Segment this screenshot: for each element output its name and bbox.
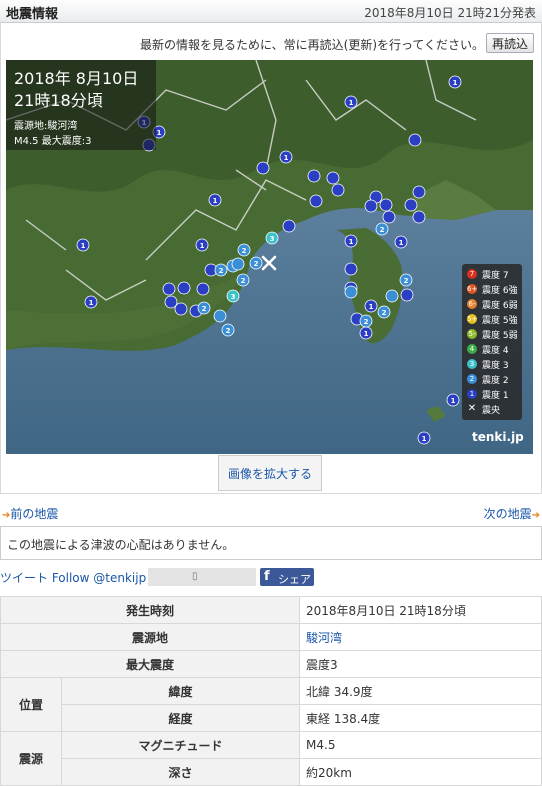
intensity-legend: 7 震度 7 6+ 震度 6強 6- 震度 6弱 5+ 震度 5強 5- 震度 5弱 4震… xyxy=(462,264,522,420)
depth-value: 約20km xyxy=(299,758,542,786)
magnitude-label: マグニチュード xyxy=(60,731,301,759)
legend-dot: 7 xyxy=(467,269,477,279)
svg-text:1: 1 xyxy=(200,242,205,250)
reload-button[interactable]: 再読込 xyxy=(486,33,534,53)
tsunami-notice: この地震による津波の心配はありません。 xyxy=(0,526,542,560)
legend-dot: 6+ xyxy=(467,284,478,294)
published-time: 2018年8月10日 21時21分発表 xyxy=(364,6,536,20)
magnitude-value: M4.5 xyxy=(299,731,542,759)
svg-text:1: 1 xyxy=(349,99,354,107)
svg-text:1: 1 xyxy=(369,303,374,311)
facebook-share-button[interactable]: f シェア xyxy=(260,568,314,586)
svg-text:1: 1 xyxy=(284,154,289,162)
svg-text:2: 2 xyxy=(241,277,246,285)
svg-text:2: 2 xyxy=(380,226,385,234)
image-icon: ▯ xyxy=(192,571,198,582)
table-row: 最大震度 震度3 xyxy=(0,650,542,678)
legend-label: 震度 5強 xyxy=(482,316,518,326)
enlarge-image-button[interactable]: 画像を拡大する xyxy=(218,455,322,491)
table-row: 位置 緯度 北緯 34.9度 xyxy=(0,677,542,732)
next-quake-label: 次の地震 xyxy=(483,507,532,521)
legend-label: 震度 5弱 xyxy=(482,331,518,341)
legend-dot: 3 xyxy=(467,359,477,369)
svg-text:1: 1 xyxy=(349,238,354,246)
table-row: 経度 東経 138.4度 xyxy=(1,704,542,732)
page-header: 地震情報 2018年8月10日 21時21分発表 xyxy=(0,0,542,23)
facebook-icon: f xyxy=(264,569,270,584)
depth-label: 深さ xyxy=(60,758,301,786)
overlay-time: 21時18分頃 xyxy=(14,91,103,110)
svg-text:3: 3 xyxy=(231,293,236,301)
legend-dot: 6- xyxy=(467,299,477,309)
overlay-magnitude: M4.5 最大震度:3 xyxy=(14,136,92,147)
svg-text:1: 1 xyxy=(81,242,86,250)
overlay-date: 2018年 8月10日 xyxy=(14,69,139,88)
svg-text:2: 2 xyxy=(364,318,369,326)
svg-text:1: 1 xyxy=(89,299,94,307)
max-intensity-value: 震度3 xyxy=(299,650,542,678)
svg-text:2: 2 xyxy=(242,247,247,255)
epicenter-icon: ✕ xyxy=(467,403,477,414)
next-quake-link[interactable]: 次の地震➔ xyxy=(484,505,540,522)
svg-text:1: 1 xyxy=(422,435,427,443)
legend-label: 震度 4 xyxy=(482,346,509,356)
legend-dot: 4 xyxy=(467,344,477,354)
position-label: 位置 xyxy=(0,677,62,732)
arrow-right-icon: ➔ xyxy=(531,510,540,521)
svg-text:1: 1 xyxy=(157,129,162,137)
table-row: 震源 マグニチュード M4.5 xyxy=(0,731,542,786)
time-value: 2018年8月10日 21時18分頃 xyxy=(299,596,542,624)
legend-dot: 5+ xyxy=(467,314,478,324)
tsunami-text: この地震による津波の心配はありません。 xyxy=(7,538,235,552)
tweet-follow-link[interactable]: ツイート Follow @tenkijp xyxy=(0,569,146,586)
latitude-value: 北緯 34.9度 xyxy=(299,677,542,705)
legend-label: 震度 6弱 xyxy=(482,301,518,311)
svg-text:2: 2 xyxy=(219,267,224,275)
svg-text:1: 1 xyxy=(364,330,369,338)
overlay-epicenter: 震源地:駿河湾 xyxy=(14,121,78,132)
table-row: 発生時刻 2018年8月10日 21時18分頃 xyxy=(0,596,542,624)
legend-label: 震度 3 xyxy=(482,361,509,371)
legend-label: 震度 7 xyxy=(482,271,509,281)
svg-text:3: 3 xyxy=(270,235,275,243)
svg-text:1: 1 xyxy=(399,239,404,247)
legend-dot: 1 xyxy=(467,389,477,399)
longitude-label: 経度 xyxy=(60,704,301,732)
legend-label: 震度 2 xyxy=(482,376,509,386)
legend-dot: 5- xyxy=(467,329,477,339)
legend-label: 震度 1 xyxy=(482,391,509,401)
share-widget-placeholder: ▯ xyxy=(148,568,256,586)
svg-text:2: 2 xyxy=(382,309,387,317)
svg-text:1: 1 xyxy=(453,79,458,87)
svg-text:2: 2 xyxy=(202,305,207,313)
svg-text:1: 1 xyxy=(213,197,218,205)
source-label: 震源 xyxy=(0,731,62,786)
refresh-notice: 最新の情報を見るために、常に再読込(更新)を行ってください。 xyxy=(140,38,485,52)
epicenter-value-cell: 駿河湾 xyxy=(299,623,542,651)
prev-quake-link[interactable]: ➔前の地震 xyxy=(2,505,58,522)
svg-text:2: 2 xyxy=(404,277,409,285)
epicenter-link[interactable]: 駿河湾 xyxy=(306,631,342,645)
quake-details-table: 発生時刻 2018年8月10日 21時18分頃 震源地 駿河湾 最大震度 震度3… xyxy=(0,596,542,786)
page-title: 地震情報 xyxy=(6,7,59,22)
table-row: 深さ 約20km xyxy=(1,758,542,786)
facebook-share-label: シェア xyxy=(278,573,311,586)
tenki-logo: tenki.jp xyxy=(472,430,524,444)
longitude-value: 東経 138.4度 xyxy=(299,704,542,732)
quake-summary-overlay: 2018年 8月10日 21時18分頃 震源地:駿河湾 M4.5 最大震度:3 xyxy=(6,60,156,150)
legend-dot: 2 xyxy=(467,374,477,384)
max-intensity-label: 最大震度 xyxy=(0,650,301,678)
legend-label: 震央 xyxy=(482,406,501,416)
table-row: 震源地 駿河湾 xyxy=(0,623,542,651)
latitude-label: 緯度 xyxy=(60,677,301,705)
svg-text:1: 1 xyxy=(451,397,456,405)
svg-text:2: 2 xyxy=(254,260,259,268)
prev-quake-label: 前の地震 xyxy=(10,507,59,521)
epicenter-label: 震源地 xyxy=(0,623,301,651)
legend-label: 震度 6強 xyxy=(482,286,518,296)
svg-text:2: 2 xyxy=(226,327,231,335)
time-label: 発生時刻 xyxy=(0,596,301,624)
